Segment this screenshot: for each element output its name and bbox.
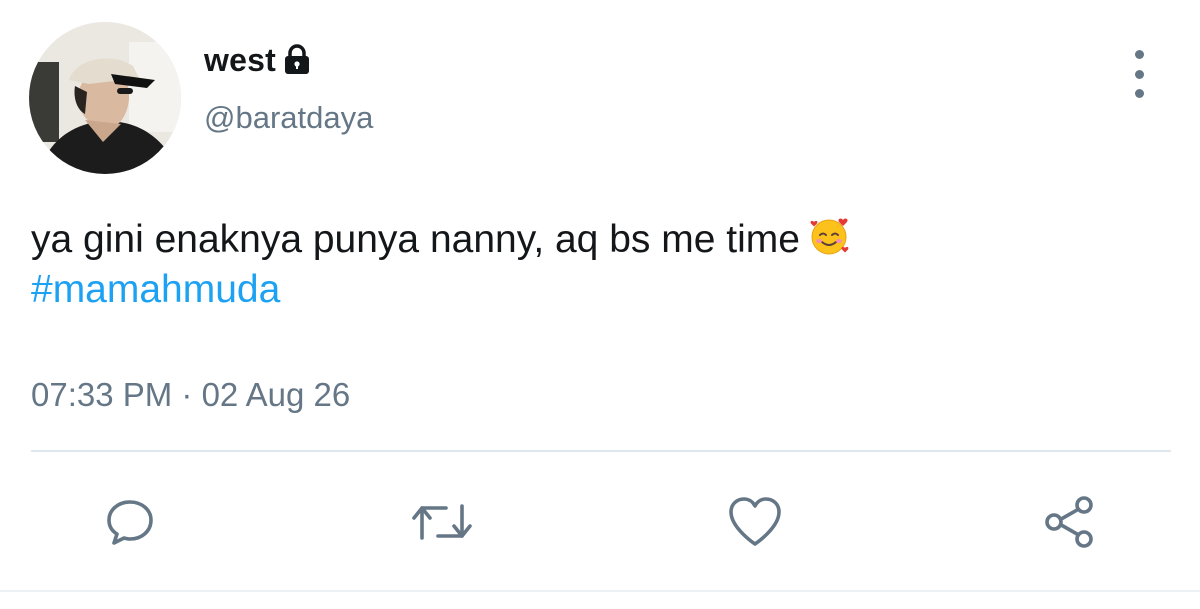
divider: [31, 450, 1171, 452]
more-dot-icon: [1134, 89, 1144, 98]
retweet-button[interactable]: [410, 490, 474, 554]
hashtag-link[interactable]: #mamahmuda: [31, 268, 280, 311]
like-button[interactable]: [723, 490, 787, 554]
tweet-text: ya gini enaknya punya nanny, aq bs me ti…: [31, 218, 800, 261]
retweet-icon: [410, 494, 474, 550]
tweet-text-line: ya gini enaknya punya nanny, aq bs me ti…: [31, 214, 1151, 265]
share-button[interactable]: [1038, 490, 1102, 554]
smiling-face-with-hearts-icon: [808, 214, 852, 258]
tweet-hashtag-line: #mamahmuda: [31, 265, 1151, 315]
bottom-divider: [0, 590, 1200, 592]
user-name-row: west: [204, 40, 312, 80]
tweet-timestamp[interactable]: 07:33 PM · 02 Aug 26: [31, 376, 350, 414]
heart-icon: [725, 494, 785, 550]
more-dot-icon: [1134, 69, 1144, 79]
more-options-button[interactable]: [1124, 50, 1154, 98]
avatar[interactable]: [29, 22, 181, 174]
tweet-body: ya gini enaknya punya nanny, aq bs me ti…: [31, 214, 1151, 315]
speech-bubble-icon: [102, 494, 158, 550]
user-handle[interactable]: @baratdaya: [204, 100, 373, 136]
more-dot-icon: [1134, 50, 1144, 59]
display-name[interactable]: west: [204, 42, 276, 79]
reply-button[interactable]: [98, 490, 162, 554]
lock-icon: [282, 44, 312, 76]
avatar-photo: [29, 22, 181, 174]
share-icon: [1040, 492, 1100, 552]
